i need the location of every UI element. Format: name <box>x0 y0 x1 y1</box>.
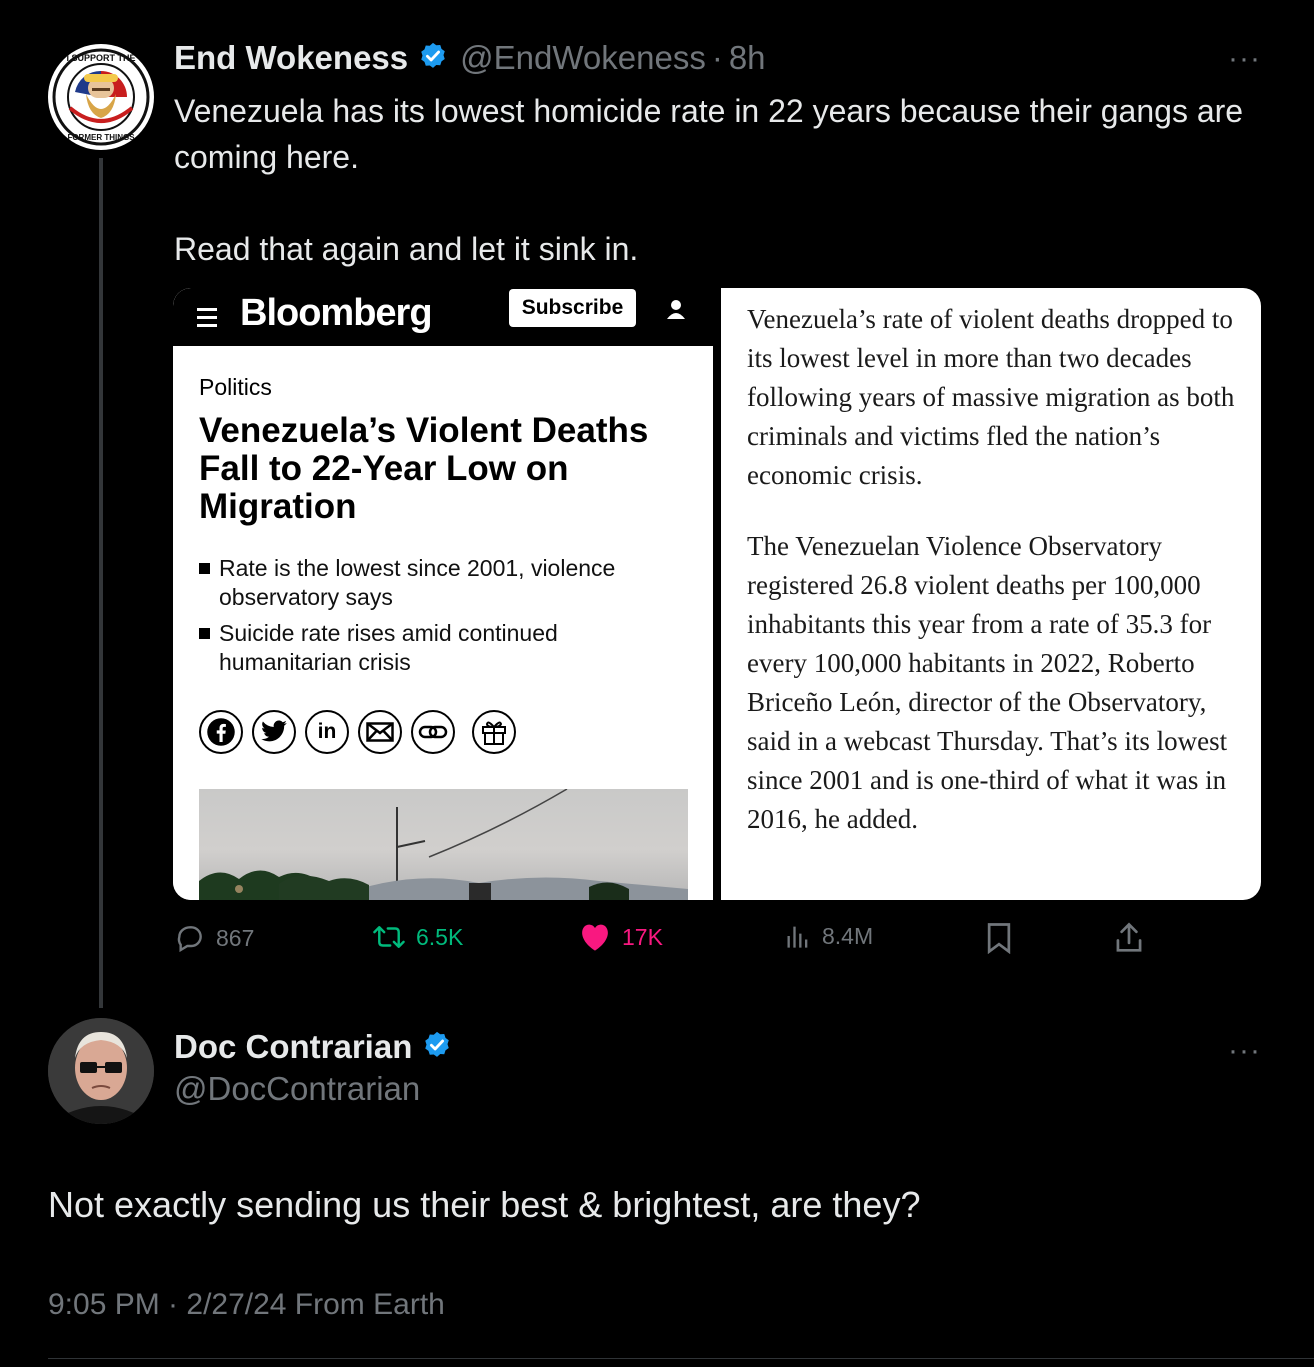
article-paragraph: Venezuela’s rate of violent deaths dropp… <box>747 304 1235 490</box>
tweet-text-line2: Read that again and let it sink in. <box>174 231 639 267</box>
reply-author-name[interactable]: Doc Contrarian <box>174 1028 412 1066</box>
more-options-icon[interactable]: ··· <box>1228 42 1261 76</box>
tweet-header: End Wokeness @EndWokeness · 8h <box>174 36 766 80</box>
separator-dot: · <box>711 39 723 76</box>
verified-badge-icon <box>418 41 448 76</box>
article-section: Politics <box>199 374 272 400</box>
bookmark-button[interactable] <box>984 922 1014 954</box>
divider <box>48 1358 1314 1359</box>
reply-count: 867 <box>216 924 255 951</box>
repost-button[interactable]: 6.5K <box>372 922 463 952</box>
reply-timestamp[interactable]: 9:05 PM · 2/27/24 From Earth <box>48 1288 445 1322</box>
repost-count: 6.5K <box>416 923 464 950</box>
reply-button[interactable]: 867 <box>174 922 254 954</box>
author-avatar[interactable]: I SUPPORT THE FORMER THINGS <box>48 44 154 150</box>
article-photo <box>199 789 688 900</box>
article-bullet: Suicide rate rises amid continued humani… <box>199 619 669 677</box>
author-name[interactable]: End Wokeness <box>174 39 408 77</box>
subscribe-button: Subscribe <box>509 289 636 327</box>
reply-author-avatar[interactable] <box>48 1018 154 1124</box>
reply-text: Not exactly sending us their best & brig… <box>48 1184 921 1225</box>
old-man-portrait <box>48 1018 154 1124</box>
views-button[interactable]: 8.4M <box>784 922 873 950</box>
like-button[interactable]: 17K <box>578 922 663 952</box>
thread-line <box>99 158 103 1008</box>
link-icon <box>411 710 455 754</box>
twitter-bird-icon <box>252 710 296 754</box>
article-bullets: Rate is the lowest since 2001, violence … <box>199 554 669 684</box>
logo-top-text: I SUPPORT THE <box>66 53 135 63</box>
verified-badge-icon <box>422 1030 452 1065</box>
article-bullet: Rate is the lowest since 2001, violence … <box>199 554 669 612</box>
user-icon <box>665 298 687 325</box>
article-left-panel: Bloomberg Subscribe Politics Venezuela’s… <box>173 288 713 900</box>
view-count: 8.4M <box>822 922 874 949</box>
support-former-things-logo: I SUPPORT THE FORMER THINGS <box>49 45 153 149</box>
bloomberg-logo: Bloomberg <box>240 292 433 334</box>
share-icons-row: in <box>199 710 516 754</box>
tweet-time[interactable]: 8h <box>729 39 766 77</box>
tweet-text-line1: Venezuela has its lowest homicide rate i… <box>174 93 1244 175</box>
gift-icon <box>472 710 516 754</box>
logo-bottom-text: FORMER THINGS <box>67 133 135 142</box>
heart-icon <box>582 924 608 951</box>
article-paragraph: The Venezuelan Violence Observatory regi… <box>747 531 1228 834</box>
repost-icon <box>373 926 405 948</box>
more-options-icon[interactable]: ··· <box>1228 1034 1261 1068</box>
article-screenshot-image[interactable]: Bloomberg Subscribe Politics Venezuela’s… <box>173 288 1261 900</box>
article-headline: Venezuela’s Violent Deaths Fall to 22-Ye… <box>199 411 649 526</box>
share-icon <box>1116 922 1142 952</box>
bookmark-icon <box>987 923 1011 954</box>
author-handle[interactable]: @EndWokeness <box>460 39 706 77</box>
tweet-text: Venezuela has its lowest homicide rate i… <box>174 88 1274 272</box>
email-icon <box>358 710 402 754</box>
menu-icon <box>197 308 217 332</box>
panel-divider <box>713 288 721 900</box>
reply-header: Doc Contrarian <box>174 1028 464 1066</box>
bloomberg-header: Bloomberg Subscribe <box>173 288 713 346</box>
facebook-icon <box>199 710 243 754</box>
like-count: 17K <box>622 923 663 950</box>
article-body: Venezuela’s rate of violent deaths dropp… <box>747 300 1247 871</box>
tweet-actions: 867 6.5K 17K 8.4M <box>174 922 1174 958</box>
linkedin-icon: in <box>305 710 349 754</box>
views-chart-icon <box>787 926 808 948</box>
share-button[interactable] <box>1114 922 1144 954</box>
reply-author-handle[interactable]: @DocContrarian <box>174 1070 420 1108</box>
reply-icon <box>177 926 202 953</box>
